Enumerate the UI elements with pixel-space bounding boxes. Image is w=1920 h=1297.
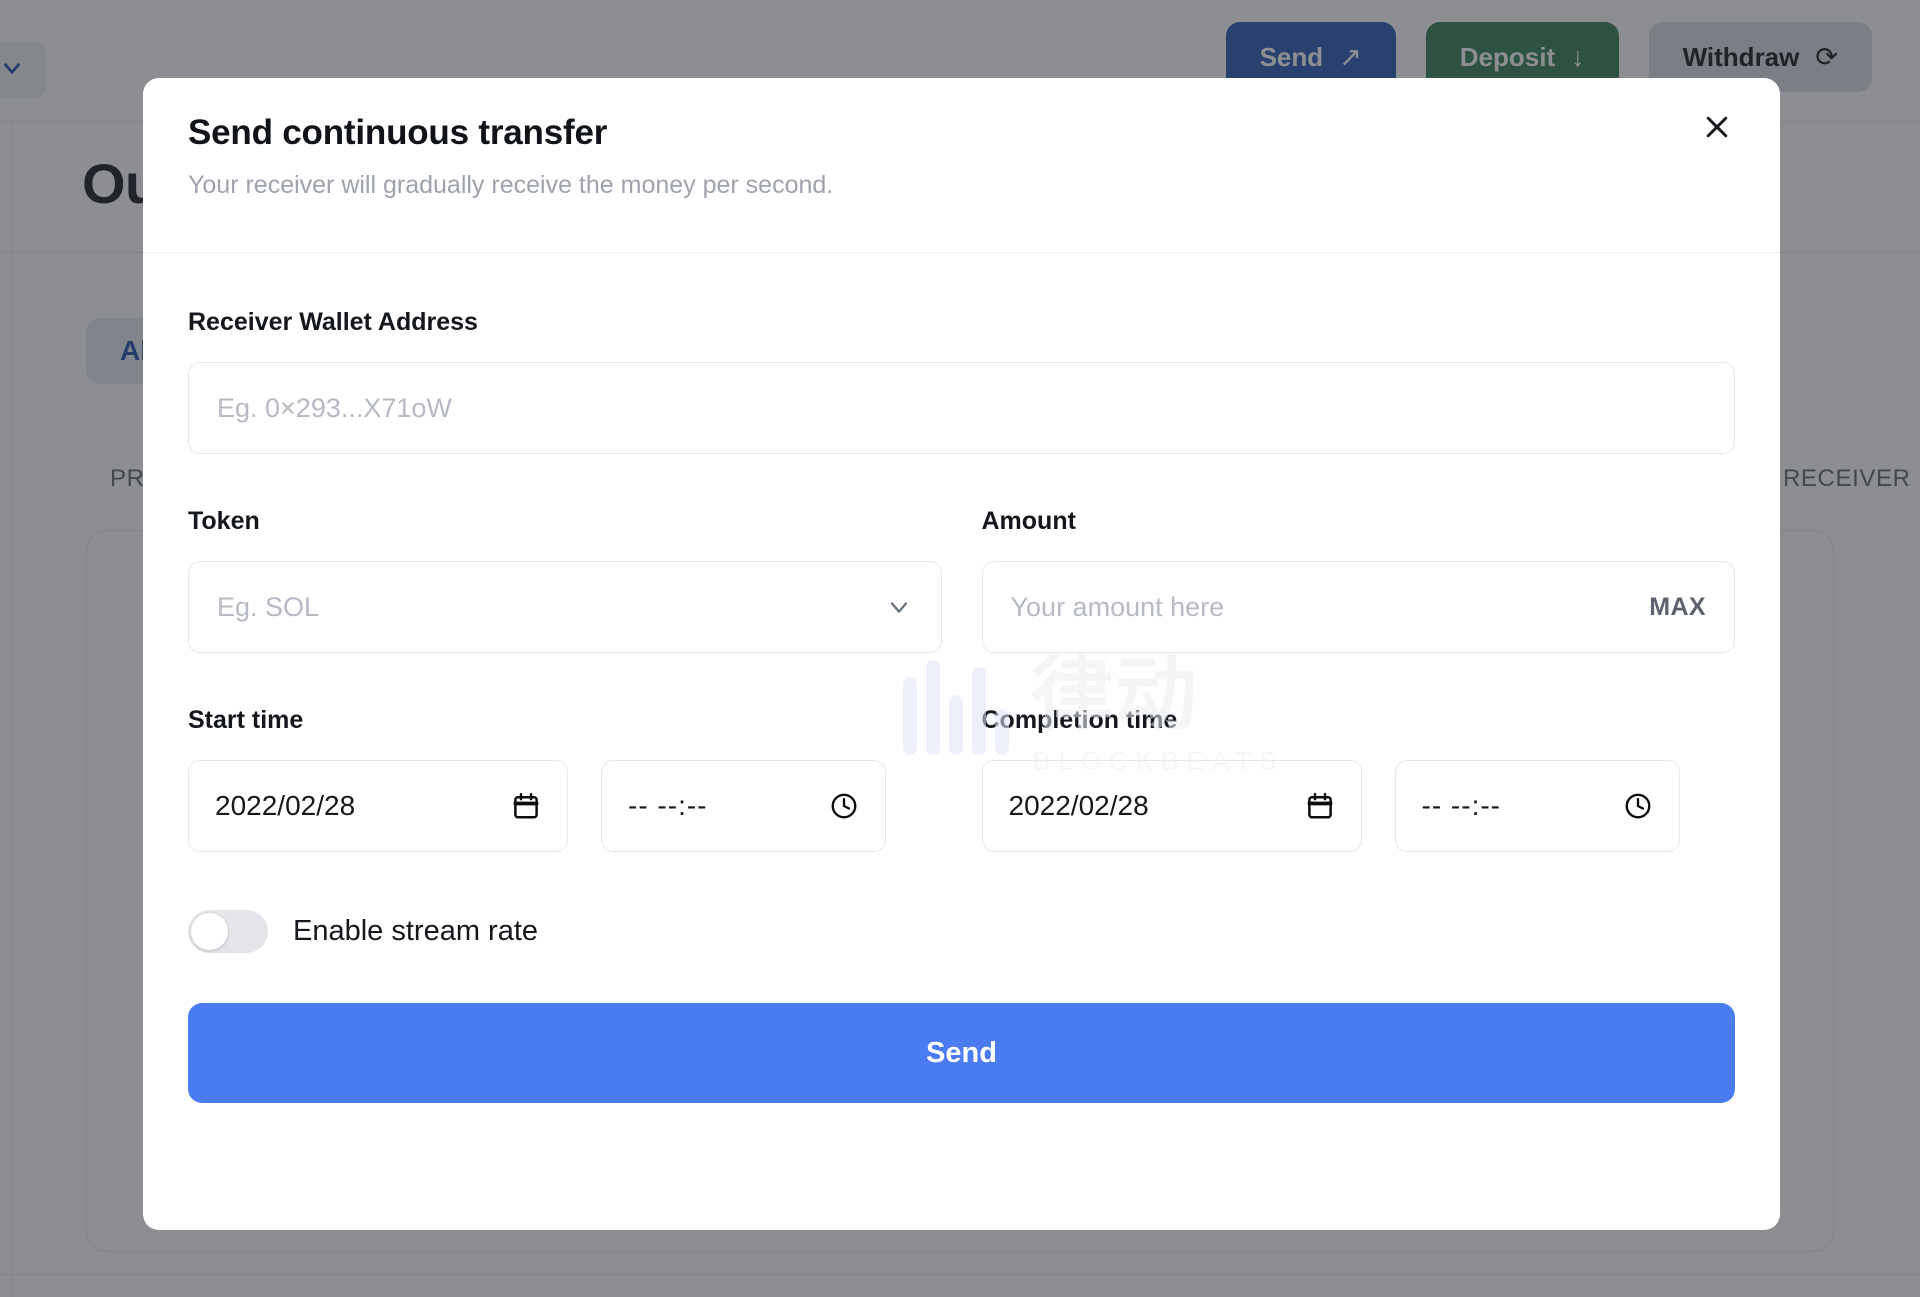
completion-date-value: 2022/02/28: [1008, 790, 1149, 821]
screen: Send ↗ Deposit ↓ Withdraw ⟳ Outgoing All: [0, 0, 1920, 1297]
max-button[interactable]: MAX: [1649, 593, 1706, 622]
receiver-placeholder: Eg. 0×293...X71oW: [217, 392, 452, 423]
clock-icon[interactable]: [1623, 791, 1653, 821]
token-placeholder: Eg. SOL: [217, 591, 320, 622]
token-field-group: Token Eg. SOL: [188, 509, 942, 653]
dialog-title: Send continuous transfer: [188, 113, 608, 152]
enable-stream-rate-label: Enable stream rate: [293, 915, 539, 947]
start-time-input[interactable]: -- --:--: [601, 760, 886, 852]
token-select[interactable]: Eg. SOL: [188, 561, 942, 653]
amount-field-group: Amount Your amount here MAX: [981, 507, 1735, 653]
start-time-value: -- --:--: [628, 790, 708, 821]
completion-time-label: Completion time: [981, 706, 1178, 734]
receiver-label: Receiver Wallet Address: [188, 308, 478, 336]
send-continuous-transfer-dialog: Send continuous transfer Your receiver w…: [143, 78, 1780, 1230]
receiver-wallet-address-input[interactable]: Eg. 0×293...X71oW: [188, 362, 1735, 454]
receiver-field-group: Receiver Wallet Address Eg. 0×293...X71o…: [188, 310, 1735, 454]
start-date-value: 2022/02/28: [215, 790, 356, 821]
calendar-icon[interactable]: [511, 791, 541, 821]
toggle-knob: [191, 913, 228, 950]
stream-rate-row: Enable stream rate: [188, 910, 1735, 953]
time-fields-row: Start time 2022/02/28 -- --:-- Completio…: [188, 708, 1735, 852]
completion-time-group: Completion time 2022/02/28 -- --:--: [981, 706, 1736, 852]
completion-time-input[interactable]: -- --:--: [1394, 760, 1680, 852]
start-time-label: Start time: [188, 706, 304, 734]
amount-label: Amount: [981, 507, 1076, 535]
enable-stream-rate-toggle[interactable]: [188, 910, 268, 953]
start-time-inputs: 2022/02/28 -- --:--: [188, 760, 942, 852]
send-submit-button[interactable]: Send: [188, 1003, 1735, 1103]
completion-time-inputs: 2022/02/28 -- --:--: [981, 760, 1736, 852]
start-time-group: Start time 2022/02/28 -- --:--: [188, 708, 942, 852]
completion-date-input[interactable]: 2022/02/28: [981, 760, 1362, 852]
token-label: Token: [188, 507, 260, 535]
dialog-body: Receiver Wallet Address Eg. 0×293...X71o…: [143, 310, 1780, 1103]
token-amount-row: Token Eg. SOL Amount Your amount here MA…: [188, 509, 1735, 653]
dialog-subtitle: Your receiver will gradually receive the…: [188, 171, 834, 199]
chevron-down-icon: [885, 593, 913, 621]
start-date-input[interactable]: 2022/02/28: [188, 760, 568, 852]
close-button[interactable]: [1694, 105, 1740, 151]
completion-time-value: -- --:--: [1421, 790, 1502, 821]
clock-icon[interactable]: [829, 791, 859, 821]
dialog-header: Send continuous transfer Your receiver w…: [143, 78, 1780, 253]
amount-input[interactable]: Your amount here MAX: [981, 561, 1735, 653]
calendar-icon[interactable]: [1305, 791, 1335, 821]
close-icon: [1702, 112, 1732, 145]
amount-placeholder: Your amount here: [1010, 591, 1225, 622]
